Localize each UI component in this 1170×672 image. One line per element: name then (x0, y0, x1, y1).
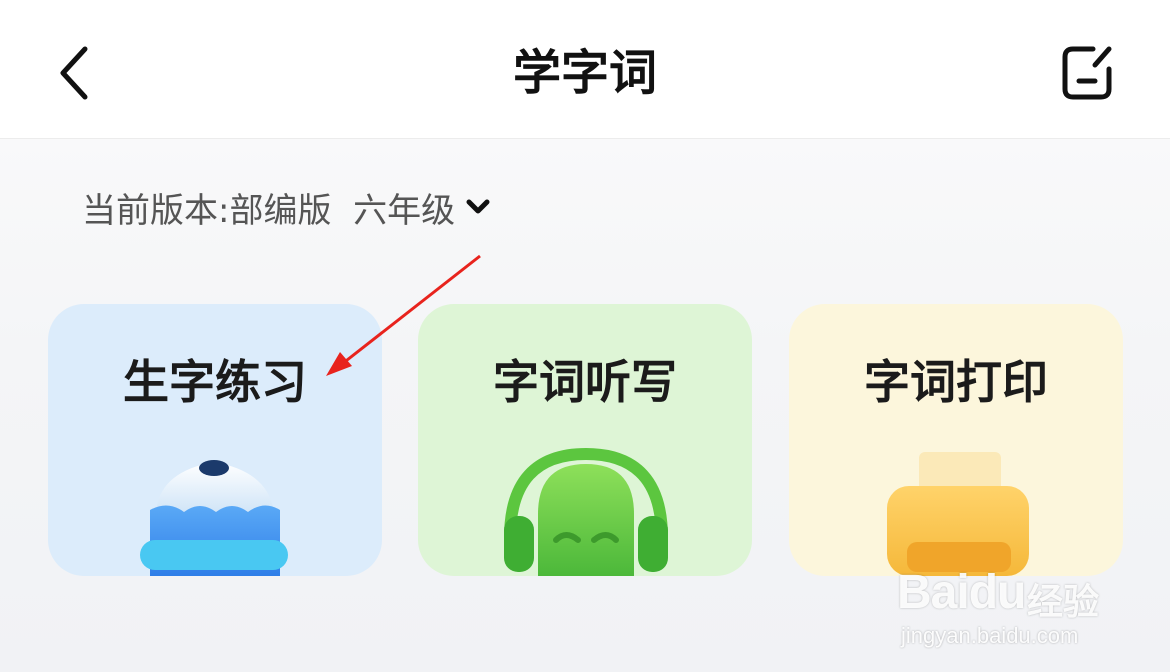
card-word-dictation[interactable]: 字词听写 (418, 304, 752, 576)
card-character-practice[interactable]: 生字练习 (48, 304, 382, 576)
chevron-down-icon (463, 192, 493, 222)
page-title: 学字词 (512, 45, 657, 101)
version-selector[interactable]: 当前版本:部编版 六年级 (82, 180, 493, 234)
card-word-print[interactable]: 字词打印 (789, 304, 1123, 576)
edit-note-button[interactable] (1052, 38, 1122, 108)
headphones-illustration (504, 447, 668, 576)
version-label: 当前版本:部编版 六年级 (82, 190, 456, 231)
watermark-suffix: 经验 (1027, 582, 1100, 623)
pencil-illustration (140, 460, 288, 576)
top-navigation-bar: 学字词 (0, 0, 1170, 139)
watermark-brand: Baidu (897, 566, 1026, 619)
edit-note-icon (1062, 46, 1112, 100)
baidu-watermark: Baidu 经验 jingyan.baidu.com (895, 545, 1155, 655)
watermark-url: jingyan.baidu.com (901, 623, 1079, 648)
printer-illustration (887, 452, 1029, 576)
